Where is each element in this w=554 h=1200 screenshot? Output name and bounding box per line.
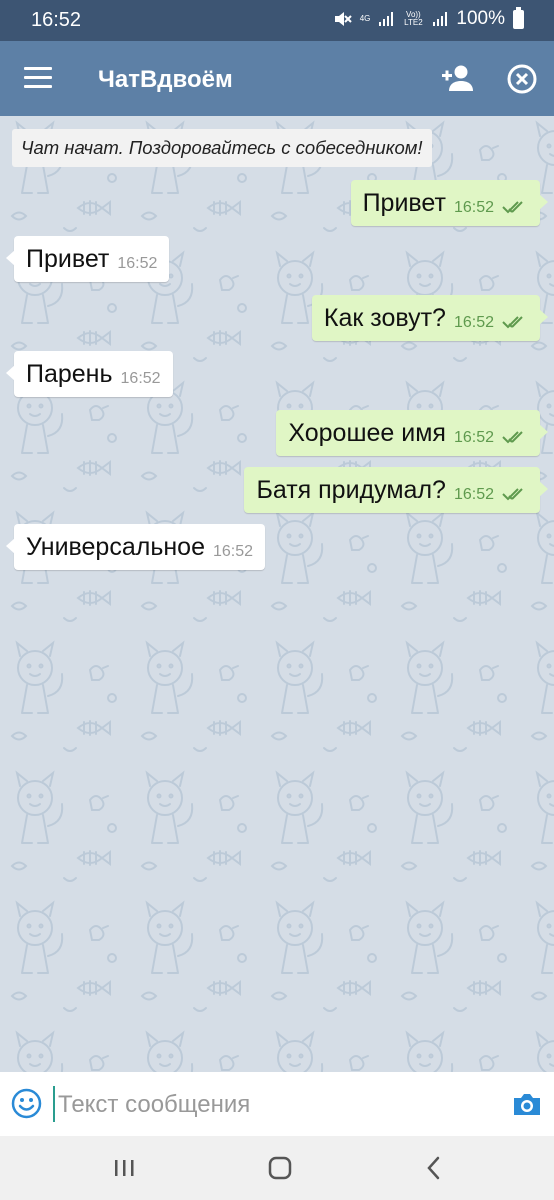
double-check-icon	[502, 201, 523, 214]
message-bubble-outgoing[interactable]: Привет 16:52	[350, 180, 549, 226]
emoji-icon[interactable]	[11, 1088, 42, 1119]
app-title: ЧатВдвоём	[98, 66, 233, 93]
chat-area[interactable]: Чат начат. Поздоровайтесь с собеседником…	[0, 116, 554, 1072]
message-bubble-outgoing[interactable]: Хорошее имя 16:52	[276, 410, 548, 456]
navigation-bar	[0, 1136, 554, 1200]
recent-apps-icon[interactable]	[113, 1158, 135, 1178]
message-time: 16:52	[453, 199, 494, 216]
message-time: 16:52	[117, 255, 158, 272]
signal-icon-2	[433, 12, 448, 26]
message-input[interactable]	[56, 1084, 500, 1126]
app-bar: ЧатВдвоём	[0, 41, 554, 116]
status-bar: 16:52 4G Vo)) LTE2 100%	[0, 0, 554, 41]
network-type-label: 4G	[359, 14, 371, 23]
add-user-icon[interactable]	[440, 63, 474, 93]
battery-icon	[513, 6, 524, 29]
message-time: 16:52	[453, 429, 494, 446]
message-text: Как зовут?	[323, 303, 446, 332]
message-bubble-outgoing[interactable]: Батя придумал? 16:52	[244, 467, 548, 513]
message-bubble-incoming[interactable]: Универсальное 16:52	[5, 524, 266, 570]
message-text: Парень	[26, 359, 113, 388]
camera-icon[interactable]	[512, 1091, 542, 1117]
volte-label: Vo)) LTE2	[404, 10, 423, 27]
double-check-icon	[502, 488, 523, 501]
home-icon[interactable]	[268, 1156, 292, 1180]
battery-percent: 100%	[456, 8, 505, 29]
message-bubble-incoming[interactable]: Парень 16:52	[6, 351, 173, 397]
message-text: Привет	[26, 244, 110, 273]
message-text: Батя придумал?	[256, 475, 446, 504]
message-text: Хорошее имя	[288, 418, 446, 447]
double-check-icon	[502, 431, 523, 444]
text-cursor	[53, 1086, 55, 1122]
input-bar	[0, 1072, 554, 1136]
system-message: Чат начат. Поздоровайтесь с собеседником…	[12, 129, 432, 167]
message-text: Универсальное	[26, 532, 205, 561]
signal-icon	[379, 12, 394, 26]
mute-icon	[334, 12, 352, 26]
menu-icon[interactable]	[24, 67, 52, 89]
message-time: 16:52	[453, 486, 494, 503]
message-bubble-incoming[interactable]: Привет 16:52	[5, 236, 170, 282]
status-icons: 4G Vo)) LTE2 100%	[332, 6, 524, 30]
back-icon[interactable]	[424, 1156, 444, 1180]
message-text: Привет	[362, 188, 446, 217]
message-time: 16:52	[453, 314, 494, 331]
message-time: 16:52	[212, 543, 254, 560]
status-time: 16:52	[31, 9, 82, 31]
message-bubble-outgoing[interactable]: Как зовут? 16:52	[311, 295, 549, 341]
double-check-icon	[502, 316, 523, 329]
message-time: 16:52	[120, 370, 161, 387]
close-circle-icon[interactable]	[506, 63, 538, 95]
